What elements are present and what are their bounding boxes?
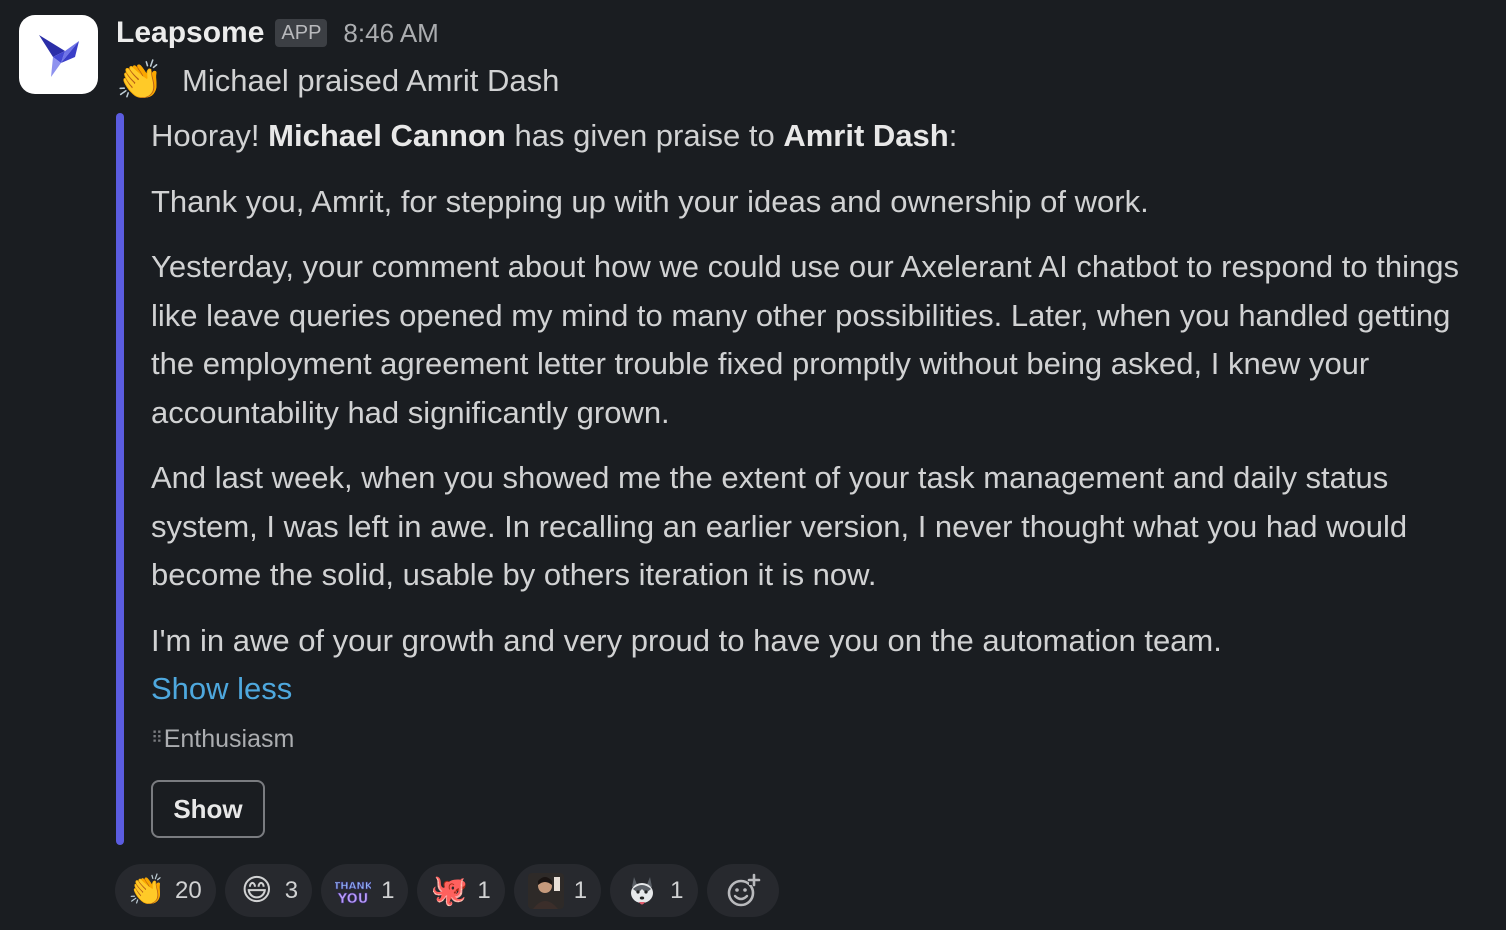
reaction-count: 1 (670, 876, 684, 904)
reaction-husky[interactable]: 1 (610, 864, 698, 917)
reaction-count: 1 (381, 876, 395, 904)
reactions-bar: 👏 20 😄 3 THANK YOU 1 🐙 1 1 1 (115, 864, 779, 917)
octopus-icon: 🐙 (431, 873, 468, 907)
happy-face-icon: 😄 (241, 873, 273, 907)
reaction-count: 20 (175, 876, 202, 904)
praise-tag: ⠿ Enthusiasm (151, 719, 1461, 759)
reaction-count: 1 (573, 876, 588, 904)
leapsome-avatar[interactable] (19, 15, 98, 94)
reaction-octopus[interactable]: 🐙 1 (417, 864, 505, 917)
reaction-count: 3 (284, 876, 299, 904)
drag-dots-icon: ⠿ (151, 729, 163, 747)
reaction-happy[interactable]: 😄 3 (224, 864, 313, 917)
person-photo-icon (527, 872, 564, 909)
add-reaction-button[interactable] (706, 864, 779, 917)
clapping-hands-icon: 👏 (116, 60, 164, 102)
message-header: Leapsome APP 8:46 AM (116, 14, 439, 52)
praise-paragraph: Yesterday, your comment about how we cou… (151, 249, 1459, 430)
leapsome-logo-icon (38, 34, 79, 77)
message-summary: 👏 Michael praised Amrit Dash (116, 56, 559, 106)
app-badge: APP (275, 19, 328, 47)
summary-text: Michael praised Amrit Dash (182, 63, 560, 98)
praise-attachment: Hooray! Michael Cannon has given praise … (151, 112, 1461, 759)
intro-prefix: Hooray! (151, 118, 269, 153)
tag-label: Enthusiasm (163, 724, 295, 753)
reaction-thank-you[interactable]: THANK YOU 1 (321, 864, 409, 917)
show-button[interactable]: Show (151, 780, 265, 838)
reaction-clap[interactable]: 👏 20 (115, 864, 216, 917)
add-reaction-icon (725, 873, 761, 909)
show-less-link[interactable]: Show less (151, 665, 1461, 713)
praise-paragraph: And last week, when you showed me the ex… (151, 460, 1408, 592)
praise-paragraph: Thank you, Amrit, for stepping up with y… (151, 183, 1149, 219)
husky-dog-icon (624, 873, 660, 909)
praise-giver: Michael Cannon (268, 118, 506, 153)
thank-you-icon: THANK YOU (335, 873, 371, 909)
attachment-accent-bar (116, 113, 124, 845)
intro-suffix: : (948, 118, 958, 153)
sender-name[interactable]: Leapsome (116, 16, 264, 50)
clapping-hands-icon: 👏 (129, 873, 165, 907)
reaction-count: 1 (477, 876, 491, 904)
reaction-person[interactable]: 1 (513, 864, 602, 917)
intro-middle: has given praise to (505, 118, 784, 153)
praise-intro: Hooray! Michael Cannon has given praise … (151, 112, 1461, 161)
praise-receiver: Amrit Dash (783, 118, 949, 153)
svg-text:THANK: THANK (335, 881, 371, 892)
svg-text:YOU: YOU (337, 892, 369, 907)
message-timestamp[interactable]: 8:46 AM (343, 18, 438, 49)
praise-paragraph: I'm in awe of your growth and very proud… (151, 622, 1222, 658)
